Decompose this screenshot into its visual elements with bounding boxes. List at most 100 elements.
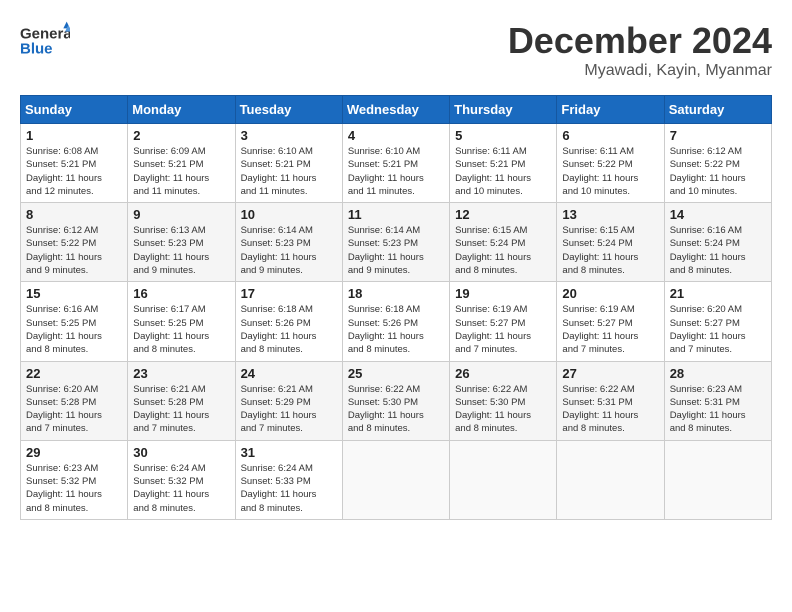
day-number: 7	[670, 128, 766, 143]
day-number: 30	[133, 445, 229, 460]
calendar-cell: 26Sunrise: 6:22 AM Sunset: 5:30 PM Dayli…	[450, 361, 557, 440]
calendar-cell	[664, 440, 771, 519]
day-info: Sunrise: 6:22 AM Sunset: 5:31 PM Dayligh…	[562, 383, 658, 436]
day-number: 10	[241, 207, 337, 222]
calendar-cell	[450, 440, 557, 519]
day-number: 31	[241, 445, 337, 460]
day-info: Sunrise: 6:16 AM Sunset: 5:25 PM Dayligh…	[26, 303, 122, 356]
day-info: Sunrise: 6:22 AM Sunset: 5:30 PM Dayligh…	[455, 383, 551, 436]
day-info: Sunrise: 6:20 AM Sunset: 5:28 PM Dayligh…	[26, 383, 122, 436]
day-number: 18	[348, 286, 444, 301]
svg-text:Blue: Blue	[20, 40, 53, 57]
day-info: Sunrise: 6:15 AM Sunset: 5:24 PM Dayligh…	[562, 224, 658, 277]
day-number: 27	[562, 366, 658, 381]
calendar-cell	[342, 440, 449, 519]
calendar-cell: 15 Sunrise: 6:16 AM Sunset: 5:25 PM Dayli…	[21, 282, 128, 361]
calendar-cell: 7 Sunrise: 6:12 AM Sunset: 5:22 PM Daylig…	[664, 124, 771, 203]
day-info: Sunrise: 6:15 AM Sunset: 5:24 PM Dayligh…	[455, 224, 551, 277]
day-info: Sunrise: 6:10 AM Sunset: 5:21 PM Dayligh…	[348, 145, 444, 198]
day-info: Sunrise: 6:23 AM Sunset: 5:32 PM Dayligh…	[26, 462, 122, 515]
logo: General Blue	[20, 20, 70, 60]
calendar-cell: 2Sunrise: 6:09 AM Sunset: 5:21 PM Daylig…	[128, 124, 235, 203]
day-number: 25	[348, 366, 444, 381]
day-info: Sunrise: 6:12 AM Sunset: 5:22 PM Dayligh…	[670, 145, 766, 198]
calendar-cell: 10Sunrise: 6:14 AM Sunset: 5:23 PM Dayli…	[235, 203, 342, 282]
day-number: 4	[348, 128, 444, 143]
day-info: Sunrise: 6:16 AM Sunset: 5:24 PM Dayligh…	[670, 224, 766, 277]
day-number: 14	[670, 207, 766, 222]
calendar-week-3: 15 Sunrise: 6:16 AM Sunset: 5:25 PM Dayli…	[21, 282, 772, 361]
day-info: Sunrise: 6:13 AM Sunset: 5:23 PM Dayligh…	[133, 224, 229, 277]
calendar-cell: 18 Sunrise: 6:18 AM Sunset: 5:26 PM Dayli…	[342, 282, 449, 361]
calendar-cell: 25Sunrise: 6:22 AM Sunset: 5:30 PM Dayli…	[342, 361, 449, 440]
location: Myawadi, Kayin, Myanmar	[508, 62, 772, 80]
day-number: 28	[670, 366, 766, 381]
calendar-week-1: 1 Sunrise: 6:08 AM Sunset: 5:21 PM Daylig…	[21, 124, 772, 203]
calendar-cell: 21 Sunrise: 6:20 AM Sunset: 5:27 PM Dayli…	[664, 282, 771, 361]
day-info: Sunrise: 6:12 AM Sunset: 5:22 PM Dayligh…	[26, 224, 122, 277]
calendar-cell: 31Sunrise: 6:24 AM Sunset: 5:33 PM Dayli…	[235, 440, 342, 519]
day-info: Sunrise: 6:18 AM Sunset: 5:26 PM Dayligh…	[348, 303, 444, 356]
calendar-cell: 6 Sunrise: 6:11 AM Sunset: 5:22 PM Daylig…	[557, 124, 664, 203]
calendar-cell: 4 Sunrise: 6:10 AM Sunset: 5:21 PM Daylig…	[342, 124, 449, 203]
day-number: 19	[455, 286, 551, 301]
logo-icon: General Blue	[20, 20, 70, 60]
month-title: December 2024	[508, 20, 772, 62]
day-info: Sunrise: 6:11 AM Sunset: 5:22 PM Dayligh…	[562, 145, 658, 198]
calendar-week-2: 8 Sunrise: 6:12 AM Sunset: 5:22 PM Daylig…	[21, 203, 772, 282]
calendar-cell: 9Sunrise: 6:13 AM Sunset: 5:23 PM Daylig…	[128, 203, 235, 282]
day-number: 13	[562, 207, 658, 222]
calendar-cell: 14 Sunrise: 6:16 AM Sunset: 5:24 PM Dayli…	[664, 203, 771, 282]
day-header-sunday: Sunday	[21, 96, 128, 124]
day-info: Sunrise: 6:20 AM Sunset: 5:27 PM Dayligh…	[670, 303, 766, 356]
calendar-cell: 28 Sunrise: 6:23 AM Sunset: 5:31 PM Dayli…	[664, 361, 771, 440]
day-number: 15	[26, 286, 122, 301]
calendar-cell: 5 Sunrise: 6:11 AM Sunset: 5:21 PM Daylig…	[450, 124, 557, 203]
day-header-wednesday: Wednesday	[342, 96, 449, 124]
day-header-thursday: Thursday	[450, 96, 557, 124]
day-number: 22	[26, 366, 122, 381]
day-info: Sunrise: 6:19 AM Sunset: 5:27 PM Dayligh…	[455, 303, 551, 356]
calendar-cell: 3 Sunrise: 6:10 AM Sunset: 5:21 PM Daylig…	[235, 124, 342, 203]
calendar-cell: 27 Sunrise: 6:22 AM Sunset: 5:31 PM Dayli…	[557, 361, 664, 440]
calendar-cell: 30 Sunrise: 6:24 AM Sunset: 5:32 PM Dayli…	[128, 440, 235, 519]
day-info: Sunrise: 6:14 AM Sunset: 5:23 PM Dayligh…	[348, 224, 444, 277]
day-number: 21	[670, 286, 766, 301]
day-info: Sunrise: 6:24 AM Sunset: 5:32 PM Dayligh…	[133, 462, 229, 515]
day-number: 3	[241, 128, 337, 143]
day-info: Sunrise: 6:10 AM Sunset: 5:21 PM Dayligh…	[241, 145, 337, 198]
day-info: Sunrise: 6:23 AM Sunset: 5:31 PM Dayligh…	[670, 383, 766, 436]
calendar-cell: 13 Sunrise: 6:15 AM Sunset: 5:24 PM Dayli…	[557, 203, 664, 282]
day-header-friday: Friday	[557, 96, 664, 124]
page-header: General Blue December 2024 Myawadi, Kayi…	[20, 20, 772, 80]
title-area: December 2024 Myawadi, Kayin, Myanmar	[508, 20, 772, 80]
calendar-cell: 22 Sunrise: 6:20 AM Sunset: 5:28 PM Dayli…	[21, 361, 128, 440]
calendar-cell: 12 Sunrise: 6:15 AM Sunset: 5:24 PM Dayli…	[450, 203, 557, 282]
calendar-table: SundayMondayTuesdayWednesdayThursdayFrid…	[20, 95, 772, 520]
day-info: Sunrise: 6:19 AM Sunset: 5:27 PM Dayligh…	[562, 303, 658, 356]
calendar-cell: 8 Sunrise: 6:12 AM Sunset: 5:22 PM Daylig…	[21, 203, 128, 282]
day-info: Sunrise: 6:08 AM Sunset: 5:21 PM Dayligh…	[26, 145, 122, 198]
day-info: Sunrise: 6:17 AM Sunset: 5:25 PM Dayligh…	[133, 303, 229, 356]
day-number: 29	[26, 445, 122, 460]
day-header-saturday: Saturday	[664, 96, 771, 124]
day-number: 1	[26, 128, 122, 143]
calendar-week-4: 22 Sunrise: 6:20 AM Sunset: 5:28 PM Dayli…	[21, 361, 772, 440]
calendar-cell: 1 Sunrise: 6:08 AM Sunset: 5:21 PM Daylig…	[21, 124, 128, 203]
calendar-cell: 16Sunrise: 6:17 AM Sunset: 5:25 PM Dayli…	[128, 282, 235, 361]
calendar-week-5: 29 Sunrise: 6:23 AM Sunset: 5:32 PM Dayli…	[21, 440, 772, 519]
day-number: 2	[133, 128, 229, 143]
day-number: 8	[26, 207, 122, 222]
day-number: 23	[133, 366, 229, 381]
day-number: 24	[241, 366, 337, 381]
day-info: Sunrise: 6:21 AM Sunset: 5:29 PM Dayligh…	[241, 383, 337, 436]
calendar-cell: 24 Sunrise: 6:21 AM Sunset: 5:29 PM Dayli…	[235, 361, 342, 440]
day-info: Sunrise: 6:18 AM Sunset: 5:26 PM Dayligh…	[241, 303, 337, 356]
day-number: 5	[455, 128, 551, 143]
day-number: 20	[562, 286, 658, 301]
day-number: 6	[562, 128, 658, 143]
day-number: 12	[455, 207, 551, 222]
day-info: Sunrise: 6:11 AM Sunset: 5:21 PM Dayligh…	[455, 145, 551, 198]
calendar-header-row: SundayMondayTuesdayWednesdayThursdayFrid…	[21, 96, 772, 124]
calendar-cell	[557, 440, 664, 519]
